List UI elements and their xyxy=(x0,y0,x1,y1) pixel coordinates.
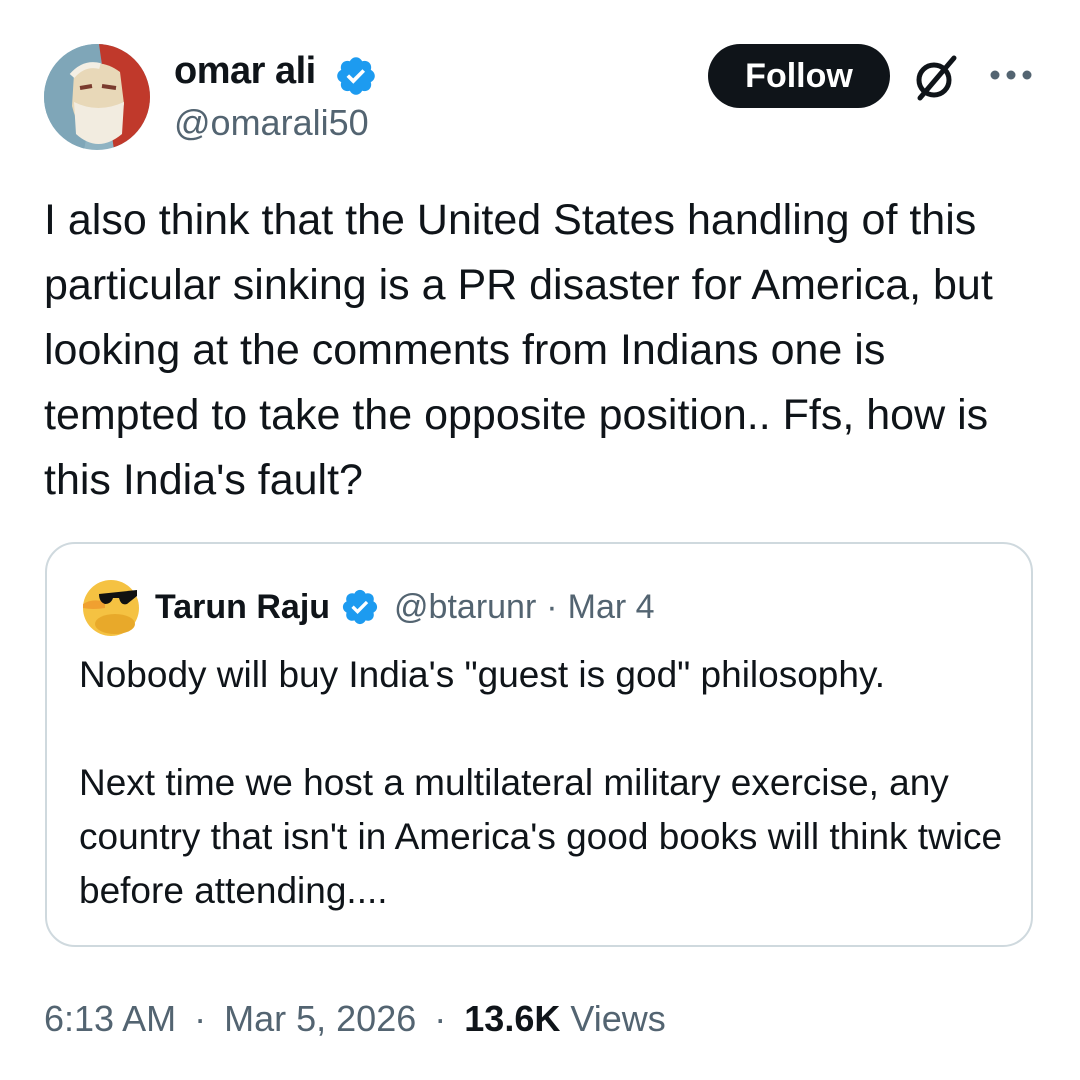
footer-separator: · xyxy=(194,998,207,1039)
author-display-name[interactable]: omar ali xyxy=(174,48,316,94)
tweet-text: I also think that the United States hand… xyxy=(44,196,993,504)
grok-icon[interactable] xyxy=(910,52,962,104)
footer-separator: · xyxy=(434,998,447,1039)
tweet-date[interactable]: Mar 5, 2026 xyxy=(224,998,416,1039)
duck-sunglasses-avatar xyxy=(79,574,143,638)
quote-paragraph: Nobody will buy India's "guest is god" p… xyxy=(79,654,885,695)
views-count: 13.6K xyxy=(464,998,561,1039)
verified-badge-icon xyxy=(337,57,375,95)
quoted-tweet-card[interactable]: Tarun Raju @btarunr · Mar 4 Nobody will … xyxy=(45,542,1033,947)
more-dots-icon[interactable] xyxy=(988,62,1034,88)
quote-author-handle: @btarunr xyxy=(394,587,537,626)
quote-text: Nobody will buy India's "guest is god" p… xyxy=(79,648,1009,918)
quote-header: Tarun Raju @btarunr · Mar 4 xyxy=(155,584,655,630)
tweet-footer: 6:13 AM · Mar 5, 2026 · 13.6K Views xyxy=(44,996,666,1042)
views-label: Views xyxy=(570,998,666,1039)
quote-verified-badge-icon xyxy=(342,589,378,625)
quote-author-name[interactable]: Tarun Raju xyxy=(155,588,330,627)
quote-meta-separator: · xyxy=(546,587,558,626)
tweet-time[interactable]: 6:13 AM xyxy=(44,998,176,1039)
author-avatar[interactable] xyxy=(44,44,150,150)
quote-author-avatar xyxy=(79,574,143,638)
quote-paragraph: Next time we host a multilateral militar… xyxy=(79,762,1003,911)
author-handle[interactable]: @omarali50 xyxy=(174,101,369,145)
follow-button[interactable]: Follow xyxy=(708,44,890,108)
quote-date[interactable]: Mar 4 xyxy=(568,588,655,627)
portrait-avatar-image xyxy=(44,44,150,150)
